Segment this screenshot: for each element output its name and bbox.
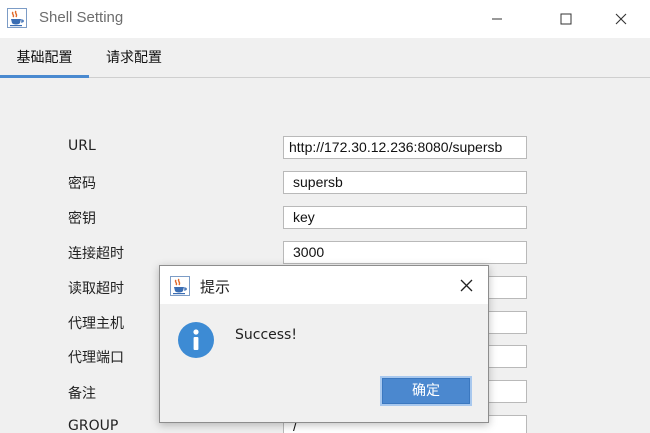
- url-field[interactable]: http://172.30.12.236:8080/supersb: [283, 136, 527, 159]
- key-label: 密钥: [68, 211, 96, 227]
- message-dialog: 提示 Success! 确定: [159, 265, 489, 423]
- dialog-titlebar[interactable]: 提示: [160, 266, 488, 304]
- url-value: http://172.30.12.236:8080/supersb: [289, 139, 503, 155]
- password-field[interactable]: supersb: [283, 171, 527, 194]
- close-button[interactable]: [598, 0, 644, 38]
- dialog-title: 提示: [200, 278, 231, 296]
- dialog-message: Success!: [235, 327, 297, 343]
- tab-basic-config[interactable]: 基础配置: [0, 38, 89, 78]
- minimize-icon: [492, 18, 502, 20]
- remark-label: 备注: [68, 386, 96, 402]
- close-icon: [460, 279, 472, 291]
- tab-strip: 基础配置 请求配置: [0, 38, 650, 78]
- password-label: 密码: [68, 176, 96, 192]
- maximize-button[interactable]: [543, 0, 589, 38]
- url-label: URL: [68, 138, 96, 154]
- info-icon: [177, 321, 215, 359]
- minimize-button[interactable]: [474, 0, 520, 38]
- window-title: Shell Setting: [39, 9, 124, 26]
- maximize-icon: [560, 13, 572, 25]
- java-cup-icon: [170, 276, 190, 296]
- proxy-port-label: 代理端口: [68, 350, 124, 366]
- tab-request-config[interactable]: 请求配置: [92, 38, 176, 78]
- close-icon: [615, 13, 627, 25]
- connect-timeout-field[interactable]: 3000: [283, 241, 527, 264]
- ok-button[interactable]: 确定: [380, 376, 472, 406]
- window-titlebar[interactable]: Shell Setting: [0, 0, 650, 38]
- read-timeout-label: 读取超时: [68, 281, 124, 297]
- proxy-host-label: 代理主机: [68, 316, 124, 332]
- group-label: GROUP: [68, 418, 119, 433]
- key-field[interactable]: key: [283, 206, 527, 229]
- dialog-close-button[interactable]: [444, 266, 488, 304]
- java-cup-icon: [7, 8, 27, 28]
- connect-timeout-label: 连接超时: [68, 246, 124, 262]
